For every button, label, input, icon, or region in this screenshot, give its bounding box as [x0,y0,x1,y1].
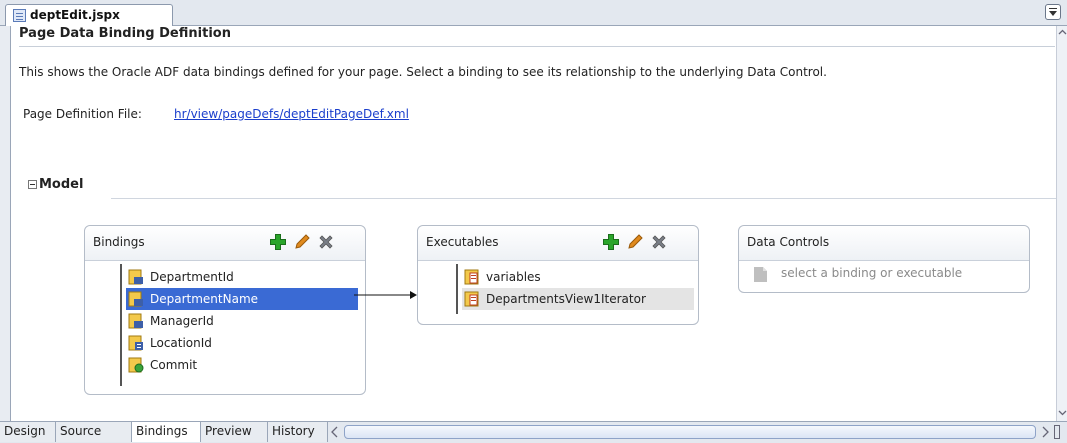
executable-label: variables [486,270,541,284]
variables-icon [464,269,479,285]
tab-preview[interactable]: Preview [201,422,268,442]
scroll-up-icon[interactable] [1058,28,1067,37]
vertical-scrollbar[interactable] [1056,26,1067,421]
bindings-panel: Bindings DepartmentId DepartmentName Man… [84,225,366,395]
binding-item[interactable]: ManagerId [126,310,358,332]
tab-list-dropdown-button[interactable] [1045,4,1061,20]
tab-design[interactable]: Design [0,422,56,442]
title-divider [19,46,1055,47]
editor-bottom-tabs: Design Source Bindings Preview History [0,421,1067,443]
binding-label: DepartmentName [150,292,259,306]
editor-tab-strip: deptEdit.jspx [0,0,1067,26]
edit-executable-icon[interactable] [626,233,644,251]
scroll-down-icon[interactable] [1058,408,1067,417]
split-handle[interactable] [1054,425,1060,439]
tab-source[interactable]: Source [56,422,132,442]
binding-connector-arrow [354,291,417,299]
attribute-binding-icon [128,313,143,329]
bindings-tree-line [120,264,122,386]
binding-item-selected[interactable]: DepartmentName [126,288,358,310]
executables-tree-line [456,264,458,314]
scroll-left-icon[interactable] [330,426,340,438]
page-definition-label: Page Definition File: [23,107,142,121]
page-title: Page Data Binding Definition [19,26,231,41]
data-controls-panel-title: Data Controls [747,235,830,249]
binding-item[interactable]: LocationId [126,332,358,354]
page-description: This shows the Oracle ADF data bindings … [19,65,827,79]
add-binding-icon[interactable] [269,233,287,251]
model-section-label: Model [39,177,84,192]
binding-label: ManagerId [150,314,214,328]
list-binding-icon [128,335,143,351]
tab-history[interactable]: History [268,422,328,442]
binding-label: Commit [150,358,198,372]
attribute-binding-icon [128,269,143,285]
tab-bindings[interactable]: Bindings [132,422,201,442]
file-tab[interactable]: deptEdit.jspx [5,4,173,26]
file-tab-label: deptEdit.jspx [30,8,120,22]
binding-item[interactable]: DepartmentId [126,266,358,288]
executables-panel: Executables variables DepartmentsView1It… [417,225,699,325]
model-collapse-toggle[interactable] [28,180,37,189]
edit-binding-icon[interactable] [293,233,311,251]
bindings-editor-content: Page Data Binding Definition This shows … [10,26,1057,421]
executables-panel-title: Executables [426,235,499,249]
scroll-right-icon[interactable] [1040,426,1050,438]
page-definition-link[interactable]: hr/view/pageDefs/deptEditPageDef.xml [174,107,409,121]
bindings-panel-title: Bindings [93,235,145,249]
data-controls-panel: Data Controls select a binding or execut… [738,225,1030,293]
horizontal-scrollbar-thumb[interactable] [344,425,1036,439]
jspx-file-icon [13,9,26,22]
executable-item-highlighted[interactable]: DepartmentsView1Iterator [462,288,694,310]
add-executable-icon[interactable] [602,233,620,251]
binding-item[interactable]: Commit [126,354,358,376]
model-divider [111,198,1057,199]
executable-label: DepartmentsView1Iterator [486,292,646,306]
delete-executable-icon[interactable] [650,233,668,251]
iterator-icon [464,291,479,307]
delete-binding-icon[interactable] [317,233,335,251]
data-controls-placeholder: select a binding or executable [781,266,963,280]
executables-panel-header: Executables [418,226,698,261]
document-icon [754,267,767,282]
data-controls-panel-header: Data Controls [739,226,1029,261]
attribute-binding-icon [128,291,143,307]
executable-item[interactable]: variables [462,266,694,288]
action-binding-icon [128,357,144,373]
binding-label: LocationId [150,336,212,350]
bindings-panel-header: Bindings [85,226,365,261]
binding-label: DepartmentId [150,270,234,284]
